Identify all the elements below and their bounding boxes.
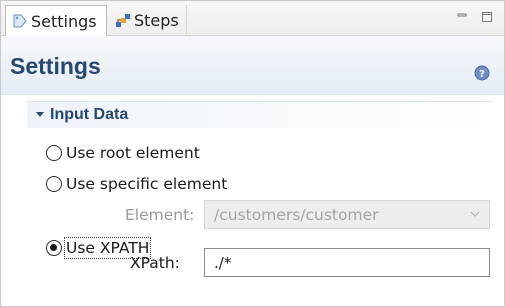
minimize-icon[interactable] bbox=[455, 10, 469, 24]
maximize-icon[interactable] bbox=[480, 10, 494, 24]
section-title: Input Data bbox=[50, 106, 129, 123]
expand-twisty-icon[interactable] bbox=[36, 112, 44, 117]
section-input-data[interactable]: Input Data bbox=[27, 101, 493, 128]
tag-icon bbox=[13, 14, 27, 28]
element-combo[interactable]: /customers/customer bbox=[204, 200, 490, 229]
tab-steps-label: Steps bbox=[134, 10, 179, 30]
tab-settings[interactable]: Settings bbox=[5, 5, 107, 36]
help-icon[interactable]: ? bbox=[474, 65, 490, 81]
xpath-label: XPath: bbox=[130, 254, 180, 272]
chevron-down-icon[interactable] bbox=[470, 210, 480, 218]
element-combo-value: /customers/customer bbox=[214, 206, 379, 224]
tab-settings-label: Settings bbox=[31, 11, 97, 31]
radio-label: Use root element bbox=[66, 144, 200, 162]
tab-steps[interactable]: Steps bbox=[111, 5, 187, 35]
settings-view: Settings Steps Settings ? Input Data Use… bbox=[0, 0, 505, 307]
tab-strip: Settings Steps bbox=[1, 1, 504, 36]
radio-button[interactable] bbox=[46, 240, 62, 256]
page-title: Settings bbox=[10, 53, 101, 79]
steps-icon bbox=[116, 14, 130, 27]
radio-label: Use specific element bbox=[66, 175, 228, 193]
radio-button[interactable] bbox=[46, 176, 62, 192]
radio-button[interactable] bbox=[46, 145, 62, 161]
xpath-input[interactable] bbox=[204, 248, 490, 277]
form-header: Settings ? bbox=[1, 36, 504, 95]
element-label: Element: bbox=[125, 206, 195, 224]
radio-use-root-element[interactable]: Use root element bbox=[46, 144, 200, 162]
radio-use-specific-element[interactable]: Use specific element bbox=[46, 175, 227, 193]
svg-text:?: ? bbox=[479, 69, 485, 80]
